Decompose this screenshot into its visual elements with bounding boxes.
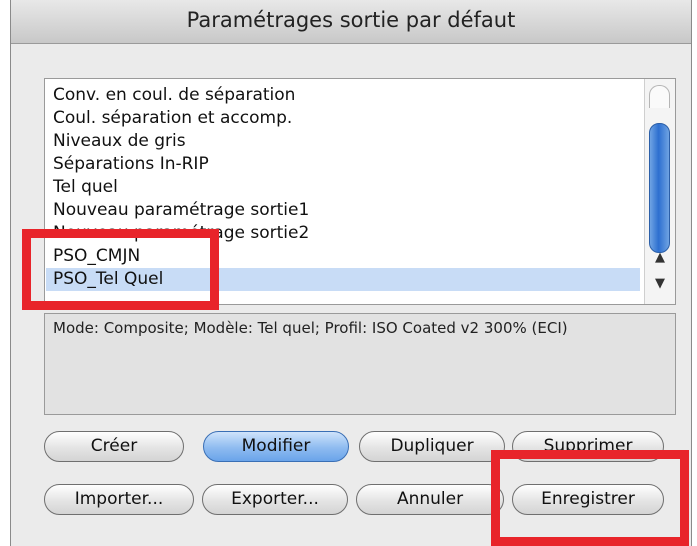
list-item[interactable]: Coul. séparation et accomp. [46, 107, 640, 130]
duplicate-button[interactable]: Dupliquer [359, 431, 505, 462]
scrollbar-thumb[interactable] [649, 123, 670, 253]
list-scrollbar[interactable]: ▲ ▼ [644, 79, 675, 304]
setting-description: Mode: Composite; Modèle: Tel quel; Profi… [44, 313, 676, 415]
list-item[interactable]: Conv. en coul. de séparation [46, 84, 640, 107]
highlight-box-save [491, 450, 689, 546]
create-button[interactable]: Créer [44, 431, 184, 462]
import-button[interactable]: Importer... [44, 484, 194, 515]
scroll-up-arrow-icon[interactable]: ▲ [645, 249, 675, 267]
list-item[interactable]: Séparations In-RIP [46, 153, 640, 176]
scrollbar-track-cap [649, 85, 670, 108]
list-item[interactable]: Niveaux de gris [46, 130, 640, 153]
cancel-button[interactable]: Annuler [356, 484, 504, 515]
highlight-box-list [22, 229, 219, 310]
scroll-down-arrow-icon[interactable]: ▼ [645, 275, 675, 293]
dialog-title: Paramétrages sortie par défaut [11, 0, 691, 44]
export-button[interactable]: Exporter... [202, 484, 348, 515]
list-item[interactable]: Nouveau paramétrage sortie1 [46, 199, 640, 222]
modify-button[interactable]: Modifier [203, 431, 349, 462]
list-item[interactable]: Tel quel [46, 176, 640, 199]
